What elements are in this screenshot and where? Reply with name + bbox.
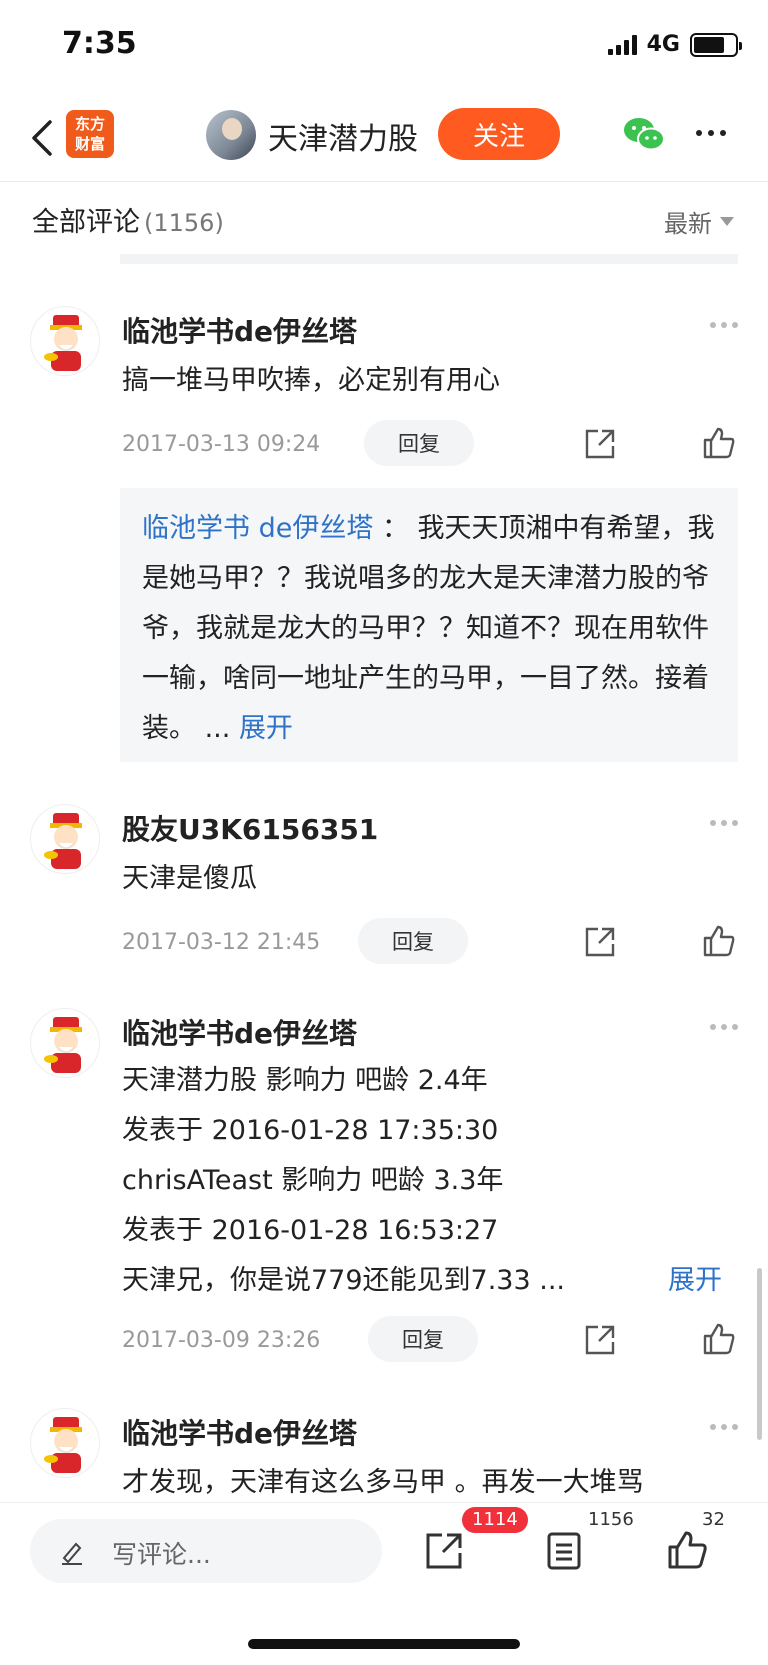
comment-more-icon[interactable] [710,1024,738,1030]
eastmoney-logo[interactable]: 东方 财富 [66,110,114,158]
comments-title: 全部评论 (1156) [32,200,224,239]
like-count: 32 [702,1509,725,1530]
more-options-icon[interactable] [696,130,726,136]
comment-line: 天津兄，你是说779还能见到7.33 ... [122,1265,565,1296]
quoted-author[interactable]: 临池学书 de伊丝塔 [142,513,373,544]
caishen-avatar-icon [44,315,82,371]
expand-link[interactable]: 展开 [668,1256,722,1306]
author-name[interactable]: 天津潜力股 [268,114,418,158]
caret-down-icon [720,217,734,226]
comment-more-icon[interactable] [710,820,738,826]
logo-line-2: 财富 [74,135,105,153]
network-type: 4G [646,32,680,57]
expand-link[interactable]: 展开 [239,713,293,744]
comment-time: 2017-03-12 21:45 [122,930,321,955]
comment-line: 天津潜力股 影响力 吧龄 2.4年 [122,1065,488,1096]
user-avatar[interactable] [30,1008,100,1078]
logo-line-1: 东方 [74,115,105,133]
comment-more-icon[interactable] [710,1424,738,1430]
back-arrow-icon[interactable] [26,118,60,158]
share-icon[interactable] [584,926,616,958]
reply-button[interactable]: 回复 [368,1316,478,1362]
caishen-avatar-icon [44,813,82,869]
user-avatar[interactable] [30,1408,100,1478]
user-avatar[interactable] [30,306,100,376]
follow-button[interactable]: 关注 [438,108,560,160]
battery-fill [694,36,724,53]
comment-author[interactable]: 股友U3K6156351 [122,808,378,848]
signal-icon [607,34,637,55]
caishen-avatar-icon [44,1417,82,1473]
comment-line: chrisATeast 影响力 吧龄 3.3年 [122,1165,504,1196]
status-indicators: 4G [607,32,742,57]
comment-count: 1156 [588,1509,634,1530]
wechat-share-icon[interactable] [622,114,666,154]
bottom-bar: 写评论... 1114 1156 32 [0,1502,768,1665]
compose-placeholder[interactable]: 写评论... [112,1535,211,1571]
quote-separator: ： [381,513,409,544]
comments-count: (1156) [144,209,224,237]
share-count-badge: 1114 [462,1507,528,1533]
sort-label: 最新 [664,210,712,238]
comment-time: 2017-03-13 09:24 [122,432,321,457]
nav-bar: 东方 财富 天津潜力股 关注 [0,96,768,182]
home-indicator [248,1639,520,1649]
comment-line: 发表于 2016-01-28 17:35:30 [122,1115,499,1146]
comments-title-text: 全部评论 [32,207,140,238]
share-icon[interactable] [584,428,616,460]
user-avatar[interactable] [30,804,100,874]
thumbs-up-icon[interactable] [666,1529,708,1571]
comment-text: 天津是傻瓜 [122,863,257,894]
status-time: 7:35 [62,26,137,61]
comment-text-block: 天津潜力股 影响力 吧龄 2.4年 发表于 2016-01-28 17:35:3… [122,1056,722,1306]
status-bar: 7:35 4G [0,0,768,96]
comment-time: 2017-03-09 23:26 [122,1328,321,1353]
sort-dropdown[interactable]: 最新 [664,204,734,239]
thumbs-up-icon[interactable] [702,924,736,958]
battery-icon [690,32,742,57]
divider [120,254,738,264]
comments-header: 全部评论 (1156) 最新 [0,182,768,258]
share-icon[interactable] [424,1531,464,1571]
quoted-reply[interactable]: 临池学书 de伊丝塔 ： 我天天顶湘中有希望，我是她马甲？？我说唱多的龙大是天津… [120,488,738,762]
share-icon[interactable] [584,1324,616,1356]
comment-author[interactable]: 临池学书de伊丝塔 [122,1412,357,1452]
thumbs-up-icon[interactable] [702,426,736,460]
thumbs-up-icon[interactable] [702,1322,736,1356]
comment-line: 发表于 2016-01-28 16:53:27 [122,1215,499,1246]
comment-author[interactable]: 临池学书de伊丝塔 [122,1012,357,1052]
comment-more-icon[interactable] [710,322,738,328]
comment-line-last: 天津兄，你是说779还能见到7.33 ... 展开 [122,1256,722,1306]
scrollbar[interactable] [757,1268,762,1440]
author-avatar[interactable] [206,110,256,160]
pencil-icon [62,1542,82,1565]
reply-button[interactable]: 回复 [364,420,474,466]
comment-author[interactable]: 临池学书de伊丝塔 [122,310,357,350]
comment-list-icon[interactable] [546,1531,582,1571]
comment-text: 才发现，天津有这么多马甲 。再发一大堆骂 [122,1467,644,1498]
comment-text: 搞一堆马甲吹捧，必定别有用心 [122,365,500,396]
reply-button[interactable]: 回复 [358,918,468,964]
caishen-avatar-icon [44,1017,82,1073]
quoted-text: 我天天顶湘中有希望，我是她马甲？？我说唱多的龙大是天津潜力股的爷爷，我就是龙大的… [142,513,715,744]
